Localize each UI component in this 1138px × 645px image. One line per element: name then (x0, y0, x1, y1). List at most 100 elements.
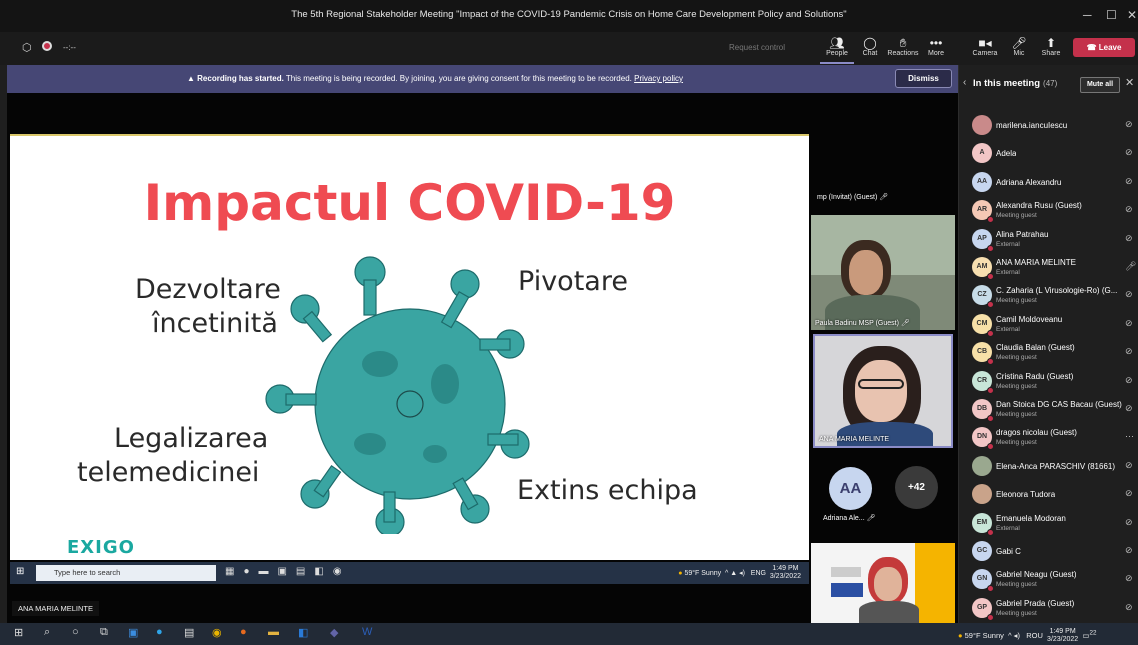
participant-row[interactable]: CM Camil Moldoveanu External ⊘ (959, 311, 1138, 339)
dismiss-button[interactable]: Dismiss (895, 69, 952, 88)
chat-icon: ◯ (863, 36, 877, 50)
privacy-policy-link[interactable]: Privacy policy (634, 74, 683, 83)
participant-name: Camil Moldoveanu (996, 314, 1063, 324)
app-icon[interactable]: ▤ (184, 626, 194, 639)
video-tile-ana[interactable]: ANA MARIA MELINTE (813, 334, 953, 448)
mic-off-icon[interactable]: ⊘ (1125, 573, 1133, 584)
mic-off-icon[interactable]: ⊘ (1125, 488, 1133, 499)
video-tile-paula[interactable]: Paula Badinu MSP (Guest) 🎤︎ (811, 215, 955, 330)
teams-icon[interactable]: ◆ (330, 626, 338, 639)
mic-off-icon[interactable]: ⊘ (1125, 403, 1133, 414)
participant-row[interactable]: CR Cristina Radu (Guest) Meeting guest ⊘ (959, 368, 1138, 396)
file-explorer-icon[interactable]: ▬ (268, 626, 279, 638)
mic-off-icon[interactable]: ⊘ (1125, 545, 1133, 556)
firefox-icon[interactable]: ● (240, 626, 247, 638)
more-button[interactable]: ••• More (919, 36, 953, 57)
video-tile-presenter[interactable] (811, 543, 955, 623)
mic-off-icon[interactable]: ⊘ (1125, 346, 1133, 357)
virus-illustration (265, 256, 530, 534)
participant-name: Adela (996, 149, 1017, 159)
task-view-icon[interactable]: ⧉ (100, 626, 108, 639)
mic-off-icon[interactable]: ⊘ (1125, 176, 1133, 187)
mic-off-icon: 🎤︎ (1011, 36, 1027, 50)
participant-role: Meeting guest (996, 382, 1037, 390)
mic-off-icon[interactable]: ⊘ (1125, 318, 1133, 329)
participant-row[interactable]: AM ANA MARIA MELINTE External 🎤︎ (959, 254, 1138, 282)
avatar-adriana[interactable]: AA (829, 467, 872, 510)
mic-button[interactable]: 🎤︎ Mic (1002, 36, 1036, 57)
notification-icon[interactable]: ▭22 (1082, 629, 1096, 640)
window-title-bar: The 5th Regional Stakeholder Meeting "Im… (0, 0, 1138, 32)
overflow-participants-button[interactable]: +42 (895, 466, 938, 509)
more-icon[interactable]: ⋯ (1125, 431, 1134, 442)
participant-row[interactable]: A Adela ⊘ (959, 140, 1138, 168)
presence-dot (987, 415, 994, 422)
close-icon[interactable]: ✕ (1125, 76, 1134, 89)
slide-label-legalizarea: Legalizarea (114, 423, 269, 454)
maximize-icon[interactable]: ☐ (1106, 8, 1117, 22)
share-button[interactable]: ⬆ Share (1034, 36, 1068, 57)
outlook-icon[interactable]: ◧ (298, 626, 308, 639)
camera-button[interactable]: ■◂ Camera (968, 36, 1002, 57)
edge-icon[interactable]: ● (156, 626, 163, 638)
participant-row[interactable]: Elena-Anca PARASCHIV (81661) ⊘ (959, 453, 1138, 481)
participant-row[interactable]: EM Emanuela Modoran External ⊘ (959, 510, 1138, 538)
presence-dot (987, 386, 994, 394)
chrome-icon[interactable]: ◉ (212, 626, 222, 639)
slide-label-extins: Extins echipa (517, 475, 698, 506)
chat-button[interactable]: ◯ Chat (853, 36, 887, 57)
people-button[interactable]: 👥︎ People (820, 36, 854, 64)
exigo-logo: EXIGO (67, 537, 135, 558)
mic-off-icon[interactable]: ⊘ (1125, 119, 1133, 130)
participant-row[interactable]: Eleonora Tudora ⊘ (959, 481, 1138, 509)
search-icon[interactable]: ⌕ (44, 626, 50, 639)
tile-label-paula: Paula Badinu MSP (Guest) 🎤︎ (815, 320, 910, 327)
mic-off-icon[interactable]: ⊘ (1125, 147, 1133, 158)
store-icon[interactable]: ▣ (128, 626, 138, 639)
avatar (972, 484, 992, 505)
participant-role: Meeting guest (996, 609, 1037, 617)
presence-dot (987, 273, 994, 280)
participant-row[interactable]: GN Gabriel Neagu (Guest) Meeting guest ⊘ (959, 566, 1138, 594)
minimize-icon[interactable]: ─ (1083, 8, 1092, 22)
mic-off-icon[interactable]: ⊘ (1125, 517, 1133, 528)
mic-off-icon[interactable]: ⊘ (1125, 375, 1133, 386)
presence-dot (987, 301, 994, 309)
participant-row[interactable]: CZ C. Zaharia (L Virusologie-Ro) (G... Mee… (959, 282, 1138, 310)
mic-off-icon[interactable]: ⊘ (1125, 289, 1133, 300)
mic-off-icon[interactable]: ⊘ (1125, 233, 1133, 244)
mic-off-icon[interactable]: ⊘ (1125, 460, 1133, 471)
panel-header: In this meeting (47) (973, 78, 1058, 89)
mute-all-button[interactable]: Mute all (1080, 77, 1120, 93)
meeting-toolbar: ⬡ --:-- Request control 👥︎ People ◯ Chat ✋… (0, 32, 958, 65)
sun-icon: ● (678, 569, 683, 577)
close-icon[interactable]: ✕ (1127, 8, 1137, 22)
mic-on-icon[interactable]: 🎤︎ (1125, 261, 1136, 272)
participant-role: Meeting guest (996, 581, 1037, 589)
participant-role: External (996, 269, 1020, 276)
reactions-button[interactable]: ✋︎ Reactions (886, 36, 920, 57)
participant-row[interactable]: CB Claudia Balan (Guest) Meeting guest ⊘ (959, 339, 1138, 367)
shared-search-box: Type here to search (36, 565, 216, 581)
chevron-left-icon[interactable]: ‹ (963, 77, 966, 88)
participant-row[interactable]: DN dragos nicolau (Guest) Meeting guest ⋯ (959, 424, 1138, 452)
slide-label-dezvoltare: Dezvoltare (135, 274, 281, 305)
participant-row[interactable]: AP Alina Patrahau External ⊘ (959, 226, 1138, 254)
leave-button[interactable]: ☎ Leave (1073, 38, 1135, 57)
tile-label-ana: ANA MARIA MELINTE (819, 436, 890, 443)
participant-row[interactable]: GC Gabi C ⊘ (959, 538, 1138, 566)
camera-icon: ■◂ (978, 36, 992, 50)
participant-row[interactable]: AR Alexandra Rusu (Guest) Meeting guest ⊘ (959, 197, 1138, 225)
cortana-icon[interactable]: ○ (72, 626, 79, 638)
participant-row[interactable]: marilena.iancuIescu ⊘ (959, 112, 1138, 140)
participant-name: dragos nicolau (Guest) (996, 428, 1077, 438)
participant-row[interactable]: DB Dan Stoica DG CAS Bacau (Guest) Meeting… (959, 396, 1138, 424)
request-control-button[interactable]: Request control (729, 43, 785, 52)
mic-off-icon[interactable]: ⊘ (1125, 602, 1133, 613)
windows-start-icon[interactable]: ⊞ (14, 626, 23, 639)
word-icon[interactable]: W (362, 626, 372, 638)
participant-row[interactable]: AA Adriana Alexandru ⊘ (959, 169, 1138, 197)
participant-row[interactable]: GP Gabriel Prada (Guest) Meeting guest ⊘ (959, 595, 1138, 623)
mic-off-icon[interactable]: ⊘ (1125, 204, 1133, 215)
participant-role: Meeting guest (996, 297, 1037, 305)
